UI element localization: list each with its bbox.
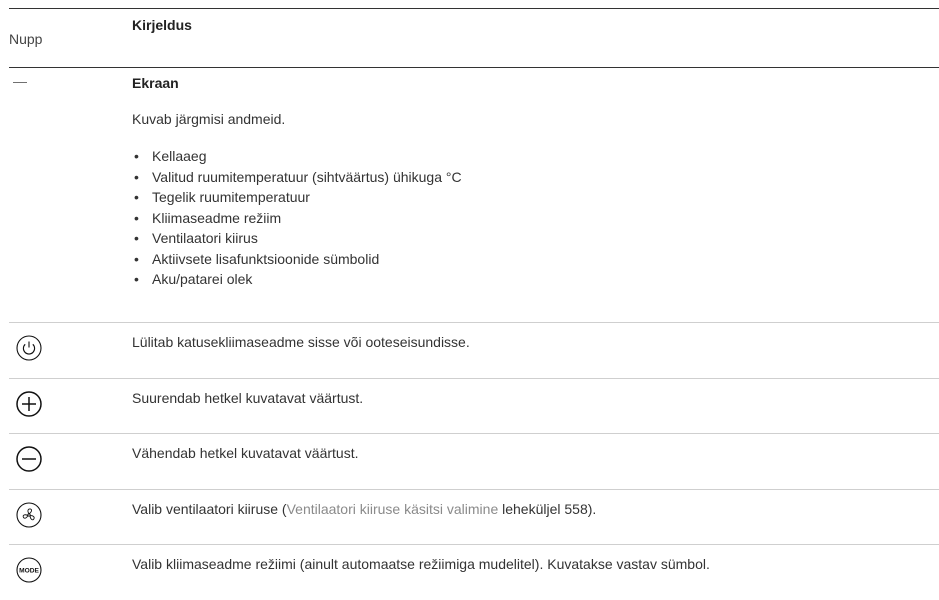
button-description-table: Nupp Kirjeldus — Ekraan Kuvab järgmisi a… [9,8,939,600]
list-item: Aktiivsete lisafunktsioonide sümbolid [132,249,462,270]
table-row-minus: Vähendab hetkel kuvatavat väärtust. [9,434,939,490]
minus-icon [16,446,42,472]
fan-description: Valib ventilaatori kiiruse (Ventilaatori… [132,501,939,517]
minus-description: Vähendab hetkel kuvatavat väärtust. [132,445,359,461]
ekraan-description: Kuvab järgmisi andmeid. [132,111,286,127]
table-header-row: Nupp Kirjeldus [9,9,939,68]
mode-icon-label: MODE [19,568,39,575]
power-description: Lülitab katusekliimaseadme sisse või oot… [132,334,470,350]
ekraan-title: Ekraan [132,75,179,91]
header-nupp: Nupp [9,31,43,47]
list-item: Tegelik ruumitemperatuur [132,187,462,208]
table-row-mode: MODE Valib kliimaseadme režiimi (ainult … [9,545,939,600]
fan-text-after: leheküljel 558). [498,500,597,517]
power-icon [16,335,42,361]
header-kirjeldus: Kirjeldus [132,17,192,33]
display-symbol: — [13,73,27,89]
mode-description: Valib kliimaseadme režiimi (ainult autom… [132,556,710,572]
table-row-ekraan: — Ekraan Kuvab järgmisi andmeid. Kellaae… [9,68,939,323]
table-row-fan: Valib ventilaatori kiiruse (Ventilaatori… [9,490,939,545]
list-item: Valitud ruumitemperatuur (sihtväärtus) ü… [132,167,462,188]
display-data-list: Kellaaeg Valitud ruumitemperatuur (sihtv… [132,146,462,290]
mode-icon: MODE [16,557,42,583]
plus-description: Suurendab hetkel kuvatavat väärtust. [132,389,364,406]
table-row-plus: Suurendab hetkel kuvatavat väärtust. [9,379,939,434]
table-row-power: Lülitab katusekliimaseadme sisse või oot… [9,323,939,379]
plus-icon [16,390,42,417]
fan-icon [16,501,42,528]
list-item: Kliimaseadme režiim [132,208,462,229]
fan-speed-link[interactable]: Ventilaatori kiiruse käsitsi valimine [287,501,499,517]
list-item: Aku/patarei olek [132,269,462,290]
list-item: Kellaaeg [132,146,462,167]
fan-text-before: Valib ventilaatori kiiruse ( [132,500,287,517]
list-item: Ventilaatori kiirus [132,228,462,249]
